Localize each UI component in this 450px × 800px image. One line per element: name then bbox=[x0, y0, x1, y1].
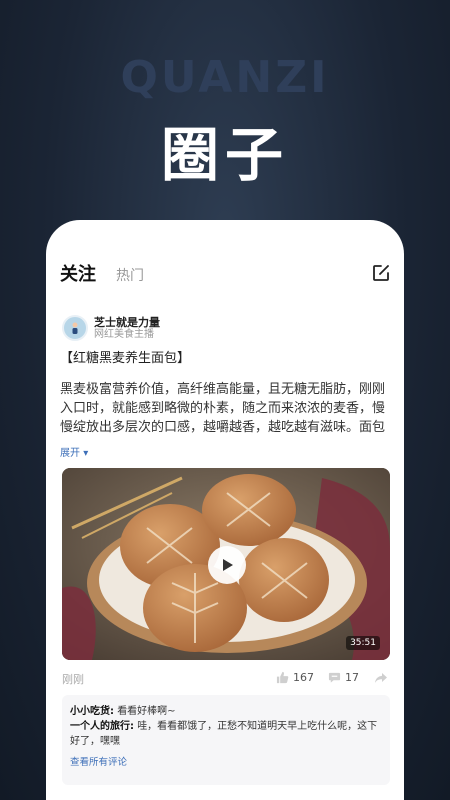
tab-bar: 关注 热门 bbox=[60, 260, 144, 286]
phone-screen: 关注 热门 芝士就是力量 网红美食主播 【红糖黑麦养生面包】 黑麦极富营养价值，… bbox=[46, 220, 404, 800]
video-duration: 35:51 bbox=[346, 636, 380, 650]
avatar-figure-icon bbox=[72, 322, 78, 334]
hero-title-cn: 圈子 bbox=[160, 121, 289, 189]
post-author[interactable]: 芝士就是力量 网红美食主播 bbox=[62, 315, 160, 341]
comment-preview: 小小吃货: 看看好棒啊~ 一个人的旅行: 哇，看看都饿了，正愁不知道明天早上吃什… bbox=[62, 695, 390, 785]
comment-text: 看看好棒啊~ bbox=[117, 706, 176, 717]
post-time: 刚刚 bbox=[62, 673, 84, 686]
post-body: 黑麦极富营养价值，高纤维高能量，且无糖无脂肪，刚刚入口时，就能感到略微的朴素，随… bbox=[60, 382, 386, 435]
comment-author[interactable]: 小小吃货: bbox=[70, 706, 114, 717]
chevron-down-icon: ▾ bbox=[83, 448, 89, 459]
like-button[interactable]: 167 bbox=[276, 671, 314, 684]
play-button[interactable] bbox=[208, 546, 246, 584]
comment-item: 一个人的旅行: 哇，看看都饿了，正愁不知道明天早上吃什么呢，这下好了，嘿嘿 bbox=[70, 719, 382, 749]
expand-label: 展开 bbox=[60, 448, 80, 459]
expand-link[interactable]: 展开 ▾ bbox=[60, 444, 88, 459]
share-arrow-icon[interactable] bbox=[374, 672, 388, 684]
post-meta: 刚刚 167 17 bbox=[62, 671, 388, 687]
author-name[interactable]: 芝士就是力量 bbox=[94, 316, 160, 329]
hero-title-en: QUANZI bbox=[120, 52, 330, 103]
post-title: 【红糖黑麦养生面包】 bbox=[60, 351, 191, 366]
comment-button[interactable]: 17 bbox=[328, 671, 359, 684]
thumbs-up-icon bbox=[276, 671, 289, 684]
comment-author[interactable]: 一个人的旅行: bbox=[70, 721, 134, 732]
like-count: 167 bbox=[293, 671, 314, 684]
avatar[interactable] bbox=[62, 315, 88, 341]
author-role: 网红美食主播 bbox=[94, 328, 154, 340]
tab-hot[interactable]: 热门 bbox=[116, 265, 144, 285]
view-all-comments-link[interactable]: 查看所有评论 bbox=[70, 754, 382, 768]
tab-following[interactable]: 关注 bbox=[60, 260, 96, 286]
video-thumbnail[interactable]: 35:51 bbox=[62, 468, 390, 660]
comment-item: 小小吃货: 看看好棒啊~ bbox=[70, 704, 382, 719]
compose-icon[interactable] bbox=[372, 264, 390, 282]
comment-icon bbox=[328, 672, 341, 683]
comment-count: 17 bbox=[345, 671, 359, 684]
play-icon bbox=[223, 559, 233, 571]
